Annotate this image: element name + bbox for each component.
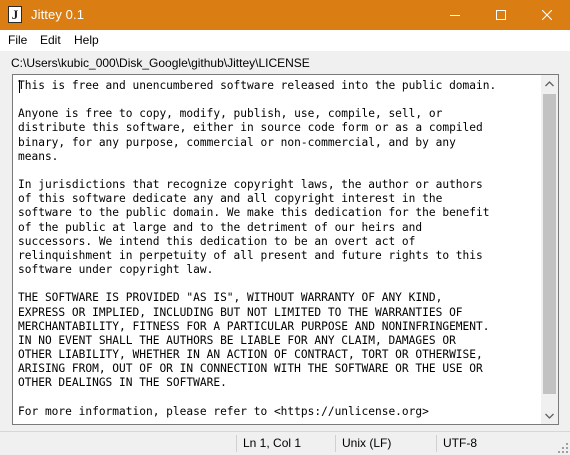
chevron-down-icon [545, 413, 554, 419]
close-icon [542, 10, 552, 20]
menu-bar: File Edit Help [0, 30, 570, 51]
status-separator [236, 435, 237, 452]
menu-edit[interactable]: Edit [40, 33, 61, 47]
vertical-scrollbar[interactable] [541, 75, 558, 424]
status-separator [335, 435, 336, 452]
encoding: UTF-8 [443, 436, 477, 450]
menu-file[interactable]: File [8, 33, 27, 47]
close-button[interactable] [524, 0, 570, 30]
maximize-icon [496, 10, 506, 20]
file-path-bar: C:\Users\kubic_000\Disk_Google\github\Ji… [0, 51, 570, 74]
text-editor[interactable]: This is free and unencumbered software r… [12, 74, 559, 425]
title-bar[interactable]: J Jittey 0.1 [0, 0, 570, 30]
text-caret [19, 80, 20, 93]
file-path: C:\Users\kubic_000\Disk_Google\github\Ji… [11, 56, 310, 70]
minimize-button[interactable] [432, 0, 478, 30]
app-icon[interactable]: J [8, 6, 22, 23]
scroll-up-button[interactable] [541, 75, 558, 92]
resize-grip-icon[interactable] [558, 443, 568, 453]
line-endings: Unix (LF) [342, 436, 392, 450]
menu-help[interactable]: Help [74, 33, 99, 47]
maximize-button[interactable] [478, 0, 524, 30]
status-bar: Ln 1, Col 1 Unix (LF) UTF-8 [0, 431, 570, 455]
scrollbar-thumb[interactable] [543, 94, 556, 394]
minimize-icon [450, 15, 460, 16]
window-title: Jittey 0.1 [31, 7, 85, 22]
cursor-position: Ln 1, Col 1 [243, 436, 302, 450]
chevron-up-icon [545, 80, 554, 86]
status-separator [436, 435, 437, 452]
scroll-down-button[interactable] [541, 407, 558, 424]
editor-content[interactable]: This is free and unencumbered software r… [18, 79, 538, 419]
